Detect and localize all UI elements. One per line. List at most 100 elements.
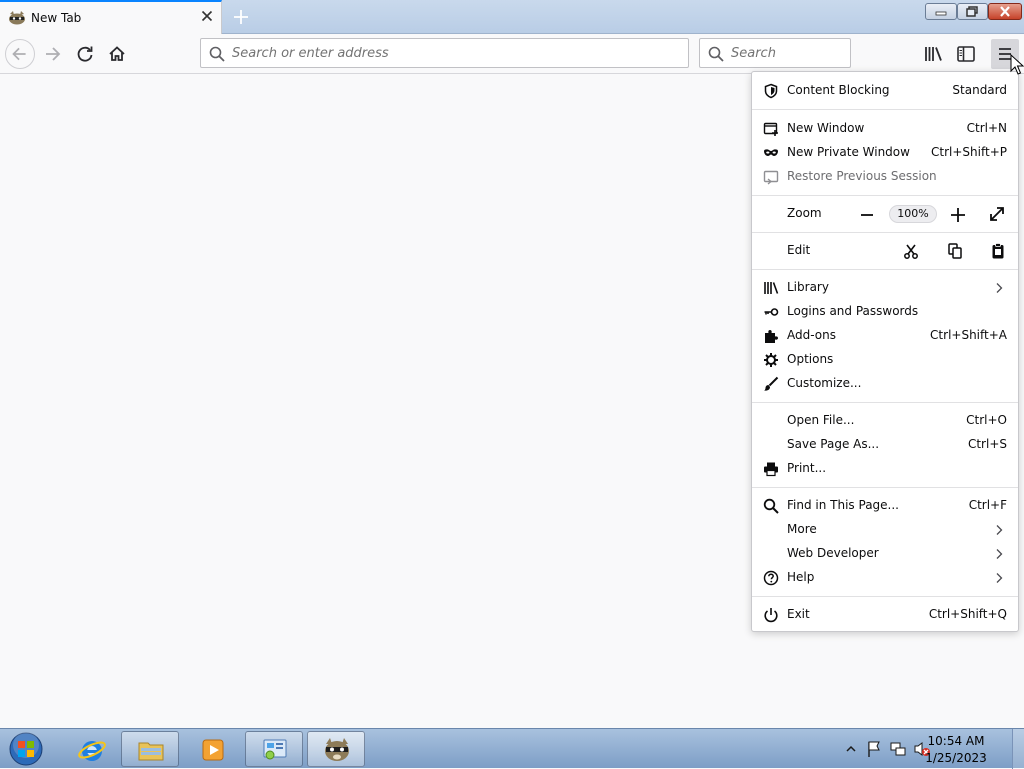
window-restore-button[interactable] [957, 3, 988, 20]
menu-item-find-in-page[interactable]: Find in This Page... Ctrl+F [752, 494, 1018, 518]
action-center-flag-icon[interactable] [866, 740, 882, 758]
paste-clipboard-icon[interactable] [989, 242, 1007, 260]
shield-icon [764, 83, 778, 99]
menu-item-edit: Edit [752, 239, 1018, 263]
show-desktop-button[interactable] [1012, 729, 1024, 769]
library-icon[interactable] [922, 42, 946, 66]
window-close-button[interactable] [988, 3, 1022, 20]
taskbar-internet-explorer[interactable] [62, 731, 120, 767]
puzzle-icon [765, 330, 778, 343]
menu-item-library[interactable]: Library [752, 276, 1018, 300]
taskbar-media-player[interactable] [183, 731, 241, 767]
menu-item-print[interactable]: Print... [752, 457, 1018, 481]
menu-item-label: Zoom [787, 206, 822, 220]
taskbar-file-explorer[interactable] [121, 731, 179, 767]
raccoon-favicon-icon [9, 11, 25, 25]
menu-item-web-developer[interactable]: Web Developer [752, 542, 1018, 566]
forward-arrow-icon[interactable] [38, 39, 68, 69]
sidebar-icon[interactable] [954, 42, 978, 66]
menu-item-new-private-window[interactable]: New Private Window Ctrl+Shift+P [752, 141, 1018, 165]
clock-time[interactable]: 10:54 AM [906, 734, 1006, 748]
window-minimize-button[interactable] [925, 3, 957, 20]
menu-item-shortcut: Ctrl+F [968, 498, 1007, 512]
menu-item-label: Open File... [787, 413, 855, 427]
menu-item-label: Print... [787, 461, 827, 475]
menu-item-label: Restore Previous Session [787, 169, 937, 183]
tab-title: New Tab [31, 11, 82, 25]
menu-item-new-window[interactable]: New Window Ctrl+N [752, 117, 1018, 141]
menu-item-shortcut: Ctrl+S [967, 437, 1007, 451]
menu-item-label: Edit [787, 243, 811, 257]
fullscreen-icon[interactable] [988, 205, 1006, 223]
reload-icon[interactable] [70, 39, 100, 69]
close-tab-icon[interactable] [199, 8, 215, 24]
tab-new-tab[interactable]: New Tab [0, 0, 222, 35]
taskbar-control-panel[interactable] [245, 731, 303, 767]
cut-scissors-icon[interactable] [902, 242, 920, 260]
raccoon-browser-icon [325, 738, 349, 761]
menu-item-label: Save Page As... [787, 437, 880, 451]
taskbar-browser-active[interactable] [307, 731, 365, 767]
windows-start-icon[interactable] [6, 731, 46, 767]
menu-item-help[interactable]: Help [752, 566, 1018, 590]
menu-separator [752, 269, 1018, 270]
menu-item-shortcut: Ctrl+Shift+P [931, 145, 1007, 159]
chevron-right-icon [996, 283, 1003, 293]
menu-item-customize[interactable]: Customize... [752, 372, 1018, 396]
menu-item-label: Find in This Page... [787, 498, 899, 512]
content-blocking-status: Standard [952, 83, 1007, 97]
address-input[interactable] [232, 43, 682, 63]
menu-item-exit[interactable]: Exit Ctrl+Shift+Q [752, 603, 1018, 627]
menu-item-zoom: Zoom 100% [752, 202, 1018, 226]
zoom-reset-button[interactable]: 100% [889, 205, 937, 223]
app-menu-panel: Content Blocking Standard New Window Ctr… [751, 71, 1019, 632]
menu-separator [752, 109, 1018, 110]
menu-item-label: Help [787, 570, 815, 584]
power-icon [764, 608, 778, 623]
search-icon [708, 46, 724, 62]
menu-item-logins-passwords[interactable]: Logins and Passwords [752, 300, 1018, 324]
search-input[interactable] [731, 43, 843, 63]
new-tab-plus-icon[interactable] [230, 6, 252, 28]
menu-item-content-blocking[interactable]: Content Blocking Standard [752, 79, 1018, 103]
chevron-right-icon [996, 549, 1003, 559]
control-panel-icon [263, 739, 287, 760]
clock-date[interactable]: 1/25/2023 [906, 751, 1006, 765]
gear-icon [764, 353, 778, 367]
menu-separator [752, 402, 1018, 403]
restore-session-icon [763, 170, 779, 185]
zoom-in-plus-icon[interactable] [948, 205, 968, 225]
close-window-icon [1000, 6, 1010, 17]
menu-item-shortcut: Ctrl+O [966, 413, 1007, 427]
menu-item-label: New Private Window [787, 145, 910, 159]
home-icon[interactable] [102, 39, 132, 69]
menu-item-shortcut: Ctrl+Shift+A [930, 328, 1007, 342]
tab-strip: New Tab [0, 0, 1024, 35]
mouse-cursor-icon [1010, 54, 1024, 75]
address-bar[interactable] [200, 38, 689, 68]
search-bar[interactable] [699, 38, 851, 68]
menu-item-options[interactable]: Options [752, 348, 1018, 372]
menu-item-label: Logins and Passwords [787, 304, 919, 318]
menu-item-label: Library [787, 280, 829, 294]
show-hidden-icons-chevron-icon[interactable] [845, 743, 857, 755]
printer-icon [764, 462, 778, 477]
menu-item-restore-session[interactable]: Restore Previous Session [752, 165, 1018, 189]
minimize-icon [935, 11, 947, 16]
navigation-toolbar [0, 34, 1024, 74]
new-window-icon [763, 122, 778, 136]
menu-item-more[interactable]: More [752, 518, 1018, 542]
menu-item-add-ons[interactable]: Add-ons Ctrl+Shift+A [752, 324, 1018, 348]
folder-icon [138, 742, 164, 761]
menu-item-open-file[interactable]: Open File... Ctrl+O [752, 409, 1018, 433]
menu-item-label: Exit [787, 607, 810, 621]
menu-item-save-page[interactable]: Save Page As... Ctrl+S [752, 433, 1018, 457]
menu-separator [752, 596, 1018, 597]
search-icon [209, 46, 225, 62]
search-icon [763, 498, 779, 514]
zoom-out-minus-icon[interactable] [855, 205, 879, 225]
copy-icon[interactable] [946, 242, 964, 260]
network-icon[interactable] [889, 740, 907, 758]
back-arrow-icon[interactable] [5, 39, 35, 69]
menu-item-shortcut: Ctrl+N [966, 121, 1007, 135]
